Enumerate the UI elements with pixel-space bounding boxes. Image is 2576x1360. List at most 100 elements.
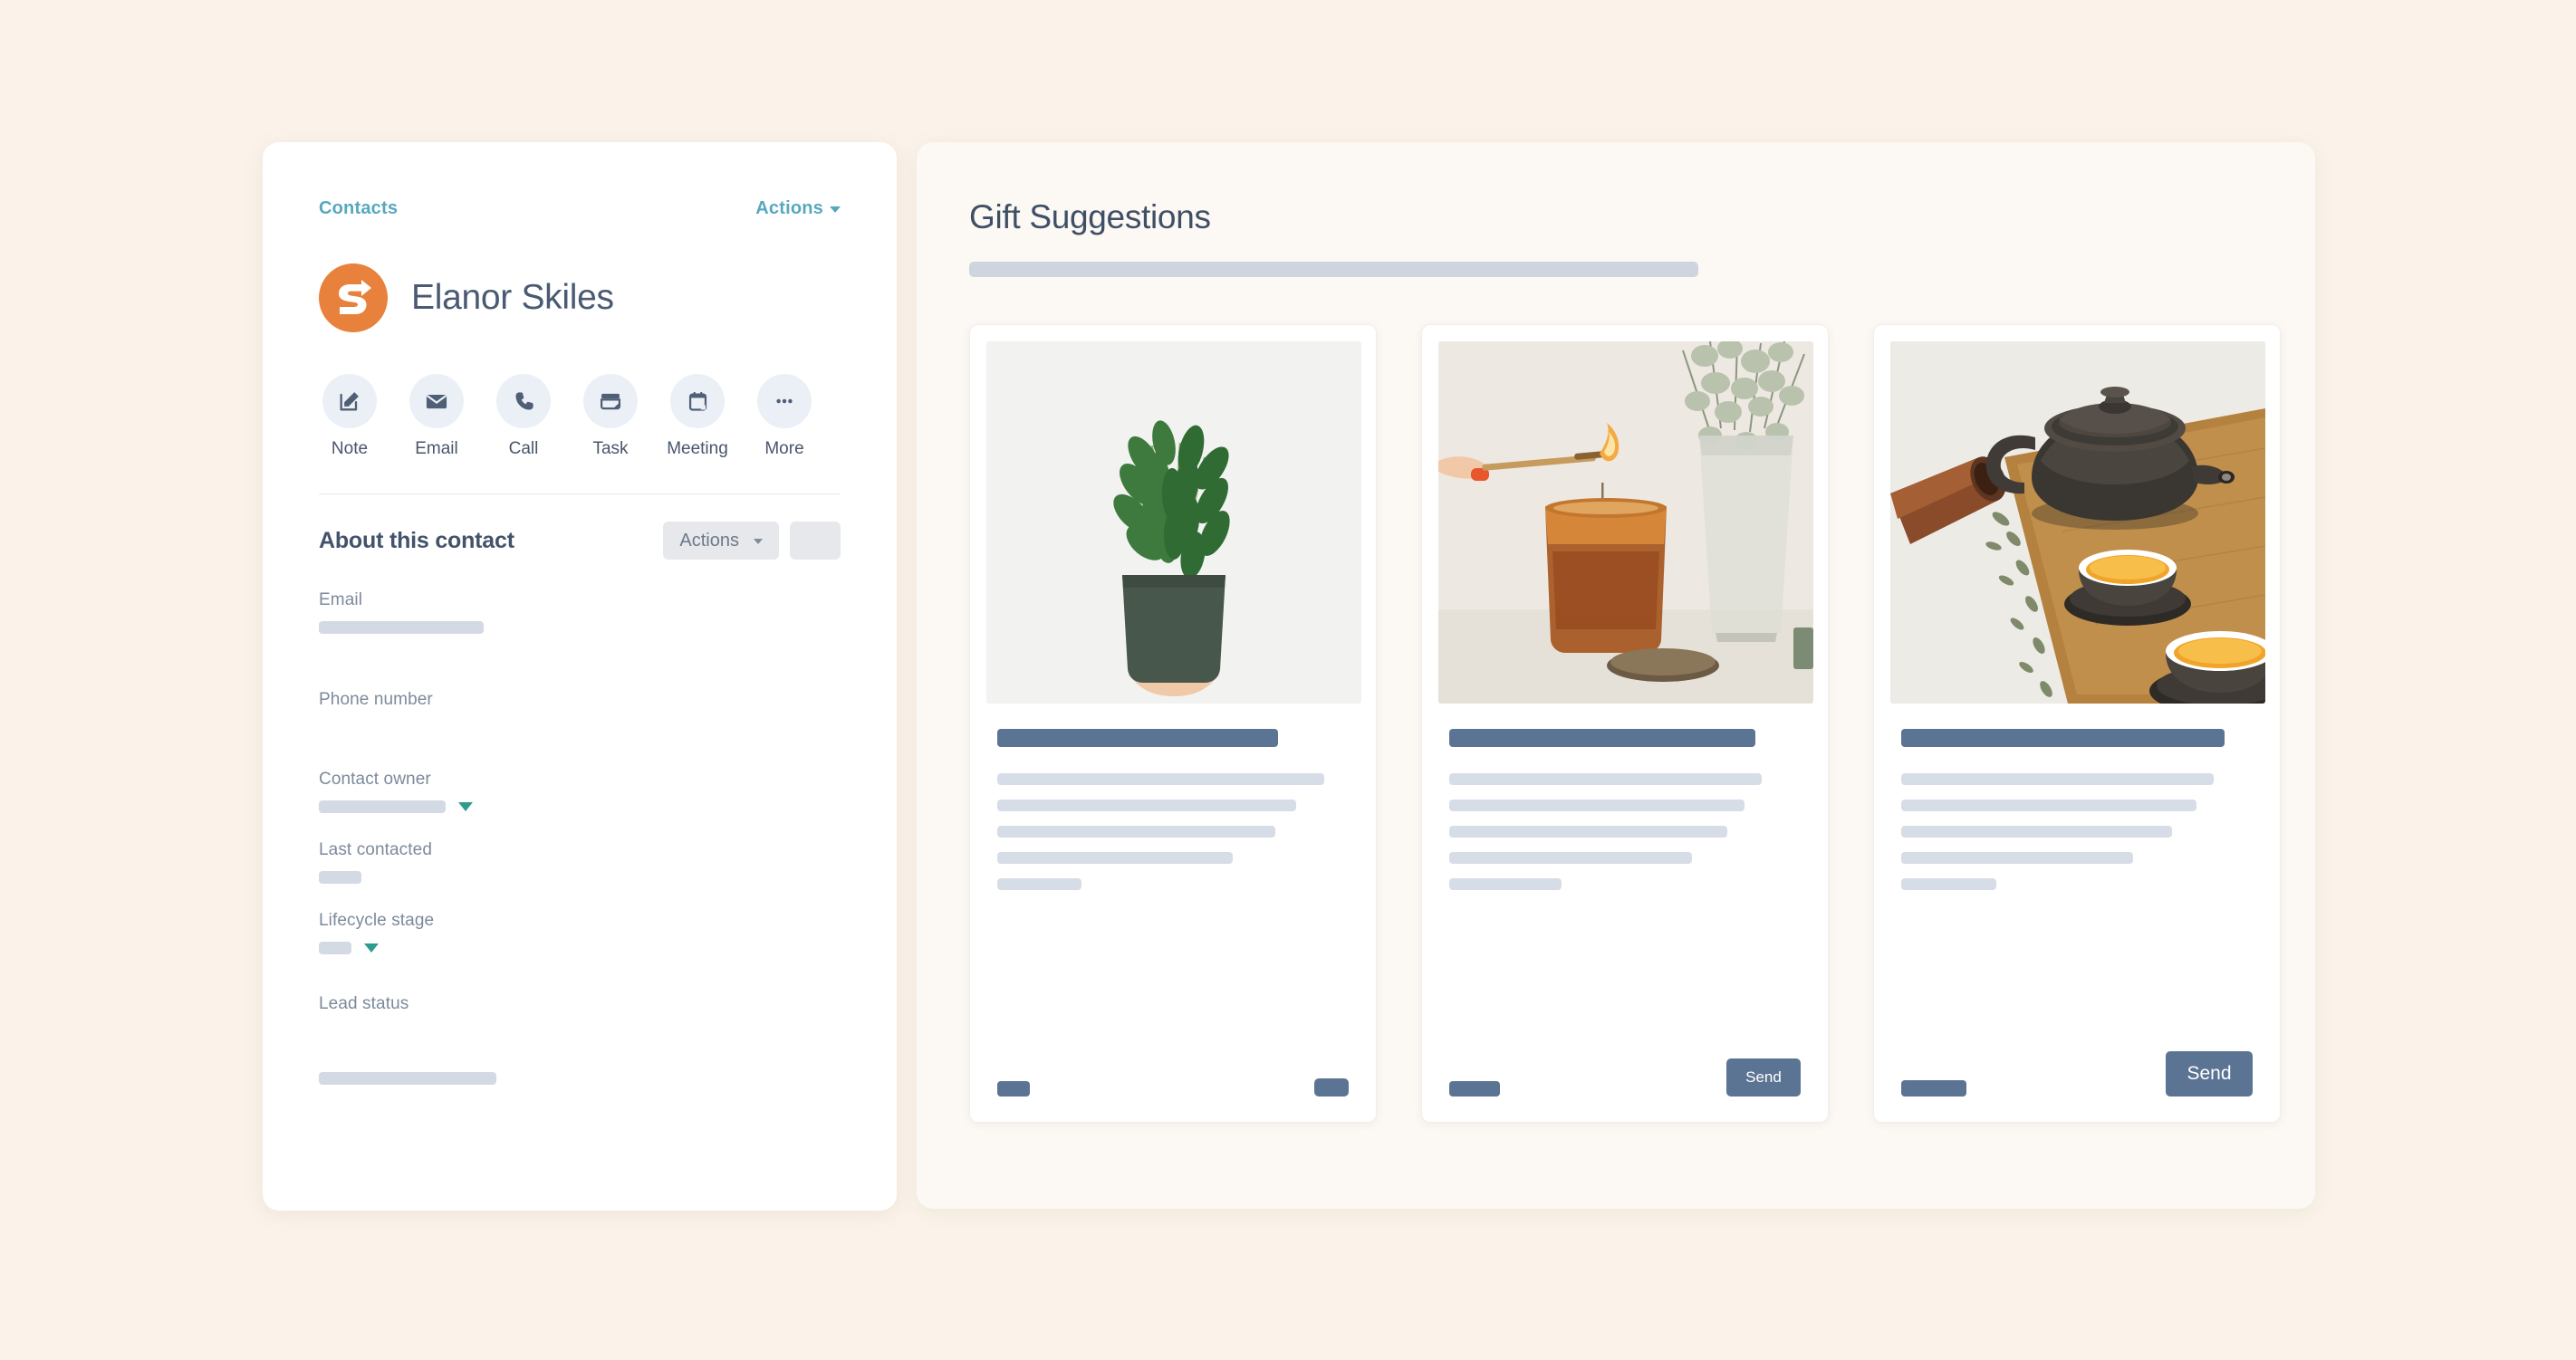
field-value-row	[319, 942, 841, 954]
gift-card[interactable]: Send	[1421, 324, 1829, 1123]
contact-name: Elanor Skiles	[411, 278, 614, 317]
gift-card-body	[1438, 704, 1812, 1058]
page-title: Gift Suggestions	[969, 198, 1211, 235]
breadcrumb-contacts-link[interactable]: Contacts	[319, 198, 398, 219]
field-value-placeholder	[319, 871, 361, 884]
gift-card-footer	[986, 1078, 1360, 1122]
field-lifecycle-stage: Lifecycle stage	[319, 911, 841, 954]
dropdown-caret-icon[interactable]	[364, 943, 379, 953]
chevron-down-icon	[830, 206, 841, 213]
header-actions-dropdown[interactable]: Actions	[755, 198, 841, 219]
text-line	[997, 773, 1324, 785]
quick-action-more[interactable]: More	[754, 374, 815, 459]
gift-card-text-placeholder	[997, 773, 1349, 890]
field-value-row	[319, 871, 841, 884]
field-last-contacted: Last contacted	[319, 840, 841, 884]
quick-actions-row: Note Email Call Task Meeting More	[319, 374, 841, 459]
about-section-title: About this contact	[319, 527, 514, 553]
field-label: Last contacted	[319, 840, 432, 859]
contact-panel: Contacts Actions Elanor Skiles Note Emai…	[263, 142, 897, 1211]
about-secondary-button[interactable]	[790, 522, 841, 560]
avatar	[319, 263, 388, 332]
footer-placeholder-bar	[319, 1072, 496, 1085]
gift-card-body	[1890, 704, 2264, 1051]
text-line	[1449, 826, 1727, 838]
s-arrow-logo-icon	[339, 280, 371, 314]
gift-card-title-placeholder	[1901, 729, 2225, 747]
app-root: Contacts Actions Elanor Skiles Note Emai…	[0, 0, 2576, 1360]
quick-action-label: Call	[508, 439, 539, 458]
field-label: Lifecycle stage	[319, 911, 435, 930]
field-value-placeholder	[319, 800, 446, 813]
field-lead-status: Lead status	[319, 994, 841, 1014]
about-buttons: Actions	[663, 522, 841, 560]
about-actions-label: Actions	[679, 530, 739, 551]
panel-header: Contacts Actions	[319, 196, 841, 220]
field-phone-number: Phone number	[319, 690, 841, 710]
gift-card-image-candle	[1438, 341, 1813, 704]
price-placeholder	[1449, 1081, 1500, 1097]
field-value-row	[319, 621, 841, 634]
gift-card-title-placeholder	[1449, 729, 1755, 747]
price-placeholder	[1901, 1080, 1966, 1097]
text-line	[997, 826, 1275, 838]
quick-action-label: Meeting	[667, 439, 728, 458]
field-label: Contact owner	[319, 770, 431, 789]
calendar-icon	[670, 374, 725, 428]
send-button[interactable]: Send	[1726, 1058, 1801, 1097]
quick-action-call[interactable]: Call	[493, 374, 554, 459]
gift-card-image-tea-set	[1890, 341, 2265, 704]
gift-card-body	[986, 704, 1360, 1078]
send-button[interactable]: Send	[2166, 1051, 2253, 1097]
text-line	[1901, 878, 1996, 890]
quick-action-meeting[interactable]: Meeting	[667, 374, 728, 459]
about-actions-button[interactable]: Actions	[663, 522, 779, 560]
task-card-icon	[583, 374, 638, 428]
field-value-placeholder	[319, 942, 351, 954]
gift-card-text-placeholder	[1449, 773, 1801, 890]
text-line	[1901, 852, 2134, 864]
gift-cards-grid: Send Send	[969, 324, 2281, 1123]
gift-card-title-placeholder	[997, 729, 1279, 747]
gift-card[interactable]	[969, 324, 1377, 1123]
contact-fields-list: Email Phone number Contact owner Last co…	[319, 590, 841, 1085]
field-label: Lead status	[319, 994, 409, 1013]
note-pencil-icon	[322, 374, 377, 428]
text-line	[1449, 878, 1562, 890]
contact-identity: Elanor Skiles	[319, 263, 841, 332]
quick-action-label: Task	[592, 439, 629, 458]
subtitle-placeholder-bar	[969, 262, 1698, 277]
field-label: Email	[319, 590, 363, 609]
gift-card[interactable]: Send	[1873, 324, 2281, 1123]
section-divider	[319, 493, 841, 494]
text-line	[997, 852, 1233, 864]
field-contact-owner: Contact owner	[319, 770, 841, 813]
text-line	[1449, 800, 1745, 811]
envelope-icon	[409, 374, 464, 428]
gift-card-text-placeholder	[1901, 773, 2253, 890]
field-value-row	[319, 800, 841, 813]
gift-card-image-plant	[986, 341, 1361, 704]
field-label: Phone number	[319, 690, 433, 709]
quick-action-label: Email	[415, 439, 458, 458]
text-line	[997, 800, 1296, 811]
text-line	[997, 878, 1082, 890]
about-section-header: About this contact Actions	[319, 522, 841, 560]
send-button[interactable]	[1314, 1078, 1349, 1097]
dropdown-caret-icon[interactable]	[458, 802, 473, 811]
chevron-down-icon	[754, 539, 763, 544]
text-line	[1901, 800, 2196, 811]
ellipsis-icon	[757, 374, 812, 428]
text-line	[1449, 773, 1763, 785]
field-email: Email	[319, 590, 841, 634]
quick-action-label: More	[764, 439, 804, 458]
quick-action-email[interactable]: Email	[406, 374, 467, 459]
phone-icon	[496, 374, 551, 428]
text-line	[1901, 826, 2172, 838]
gift-card-footer: Send	[1890, 1051, 2264, 1122]
header-actions-label: Actions	[755, 197, 823, 218]
gift-card-footer: Send	[1438, 1058, 1812, 1122]
quick-action-task[interactable]: Task	[580, 374, 641, 459]
quick-action-note[interactable]: Note	[319, 374, 380, 459]
text-line	[1449, 852, 1692, 864]
